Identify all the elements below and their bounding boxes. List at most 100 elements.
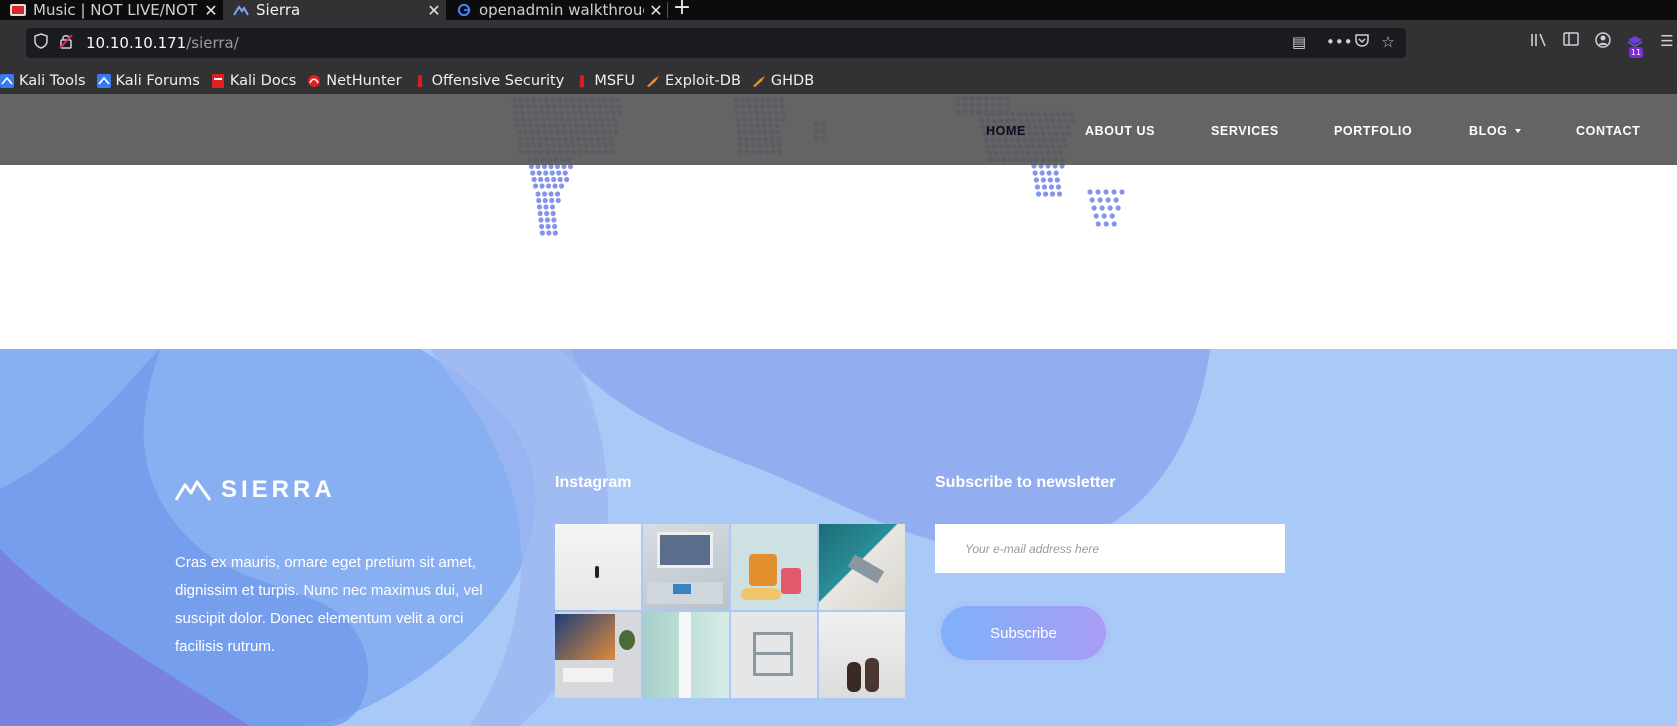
nav-blog[interactable]: BLOG [1469, 124, 1521, 138]
tab-sierra[interactable]: Sierra ✕ [223, 0, 446, 20]
map-dot [1049, 191, 1056, 197]
map-dot [545, 183, 552, 189]
extension-badge: 11 [1629, 47, 1643, 58]
instagram-photo[interactable] [731, 524, 817, 610]
url-bar[interactable]: 10.10.10.171/sierra/ ▤ ••• ☆ [26, 28, 1406, 58]
bookmark-label: Exploit-DB [665, 72, 741, 89]
exploitdb-icon [647, 75, 659, 87]
bookmark-kali-docs[interactable]: Kali Docs [211, 73, 296, 89]
map-dot [1095, 221, 1101, 227]
instagram-grid [555, 524, 905, 698]
tab-strip: Music | NOT LIVE/NOT F ✕ Sierra ✕ openad… [0, 0, 1677, 20]
instagram-photo[interactable] [555, 524, 641, 610]
map-dot [1039, 170, 1045, 176]
map-dot [1046, 170, 1052, 176]
map-dot [549, 170, 555, 176]
instagram-photo[interactable] [731, 612, 817, 698]
tab-title: Music | NOT LIVE/NOT F [33, 1, 199, 19]
close-tab-icon[interactable]: ✕ [422, 1, 446, 20]
reader-view-icon[interactable]: ▤ [1289, 33, 1309, 53]
brand-name: SIERRA [221, 476, 336, 503]
map-dot [549, 204, 556, 210]
map-dot [1056, 191, 1063, 197]
bookmark-label: MSFU [594, 72, 635, 89]
tab-music[interactable]: Music | NOT LIVE/NOT F ✕ [0, 0, 223, 20]
map-dot [555, 197, 561, 204]
bookmark-ghdb[interactable]: GHDB [752, 73, 814, 89]
bookmark-offensive-security[interactable]: Offensive Security [413, 73, 564, 89]
map-dot [1034, 184, 1040, 190]
footer-brand[interactable]: SIERRA [175, 476, 336, 504]
url-host: 10.10.10.171 [86, 34, 187, 52]
bookmark-nethunter[interactable]: NetHunter [307, 72, 402, 89]
map-dot [1091, 205, 1097, 211]
url-text: 10.10.10.171/sierra/ [86, 34, 239, 52]
more-actions-icon[interactable]: ••• [1326, 33, 1353, 53]
map-dot [1103, 221, 1109, 227]
offsec-icon [579, 74, 585, 87]
footer-description: Cras ex mauris, ornare eget pretium sit … [175, 554, 483, 655]
map-dot [537, 210, 543, 217]
bookmark-kali-tools[interactable]: Kali Tools [0, 73, 86, 89]
nav-portfolio[interactable]: PORTFOLIO [1334, 124, 1412, 138]
nav-services[interactable]: SERVICES [1211, 124, 1279, 138]
map-dot [1113, 197, 1119, 203]
map-dot [1095, 189, 1101, 195]
map-dot [543, 170, 549, 176]
pocket-icon[interactable] [1352, 33, 1372, 53]
map-dot [1054, 177, 1060, 183]
map-dot [1111, 221, 1117, 227]
sierra-logo-icon [233, 5, 249, 16]
instagram-photo[interactable] [643, 524, 729, 610]
account-icon[interactable] [1592, 32, 1614, 54]
kali-docs-icon [211, 73, 224, 88]
map-dot [1042, 191, 1049, 197]
map-dot [1107, 205, 1113, 211]
menu-icon[interactable]: ☰ [1656, 32, 1677, 54]
map-dot [1089, 197, 1095, 203]
url-path: /sierra/ [186, 34, 239, 52]
map-dot [530, 170, 536, 176]
nav-about-us[interactable]: ABOUT US [1085, 124, 1155, 138]
map-dot [550, 210, 556, 217]
map-dot [1048, 184, 1054, 190]
map-dot [538, 176, 544, 183]
map-dot [1119, 189, 1125, 195]
new-tab-button[interactable]: + [668, 0, 696, 20]
sidebar-icon[interactable] [1560, 32, 1582, 54]
site-header: HOME ABOUT US SERVICES PORTFOLIO BLOG CO… [0, 94, 1677, 165]
tab-openadmin[interactable]: openadmin walkthrough ✕ [446, 0, 668, 20]
kali-dragon-icon [96, 73, 111, 88]
map-dot [1099, 205, 1105, 211]
map-dot [1040, 177, 1046, 183]
instagram-photo[interactable] [643, 612, 729, 698]
subscribe-button[interactable]: Subscribe [941, 606, 1106, 660]
map-dot [549, 197, 555, 204]
shield-icon[interactable] [31, 33, 51, 53]
map-dot [1111, 189, 1117, 195]
bookmark-kali-forums[interactable]: Kali Forums [96, 72, 200, 89]
map-dot [539, 183, 545, 189]
kali-dragon-icon [0, 73, 14, 88]
navigation-toolbar: 10.10.10.171/sierra/ ▤ ••• ☆ 11 ☰ [0, 20, 1677, 67]
close-tab-icon[interactable]: ✕ [199, 1, 223, 20]
bookmark-exploit-db[interactable]: Exploit-DB [646, 73, 741, 89]
instagram-photo[interactable] [819, 524, 905, 610]
nav-contact[interactable]: CONTACT [1576, 124, 1640, 138]
email-field[interactable] [935, 524, 1285, 573]
bookmark-label: Kali Forums [115, 72, 200, 89]
instagram-photo[interactable] [555, 612, 641, 698]
close-tab-icon[interactable]: ✕ [644, 1, 668, 20]
insecure-lock-icon[interactable] [56, 33, 76, 53]
map-dot [536, 170, 542, 176]
bookmark-star-icon[interactable]: ☆ [1378, 33, 1398, 53]
instagram-photo[interactable] [819, 612, 905, 698]
map-dot [545, 223, 551, 230]
nav-home[interactable]: HOME [986, 124, 1026, 138]
bookmark-label: NetHunter [326, 72, 402, 89]
library-icon[interactable] [1528, 32, 1550, 54]
bookmark-label: Kali Tools [19, 72, 86, 89]
bookmark-msfu[interactable]: MSFU [575, 73, 635, 89]
tab-title: Sierra [256, 1, 301, 19]
map-dot [1101, 213, 1107, 219]
